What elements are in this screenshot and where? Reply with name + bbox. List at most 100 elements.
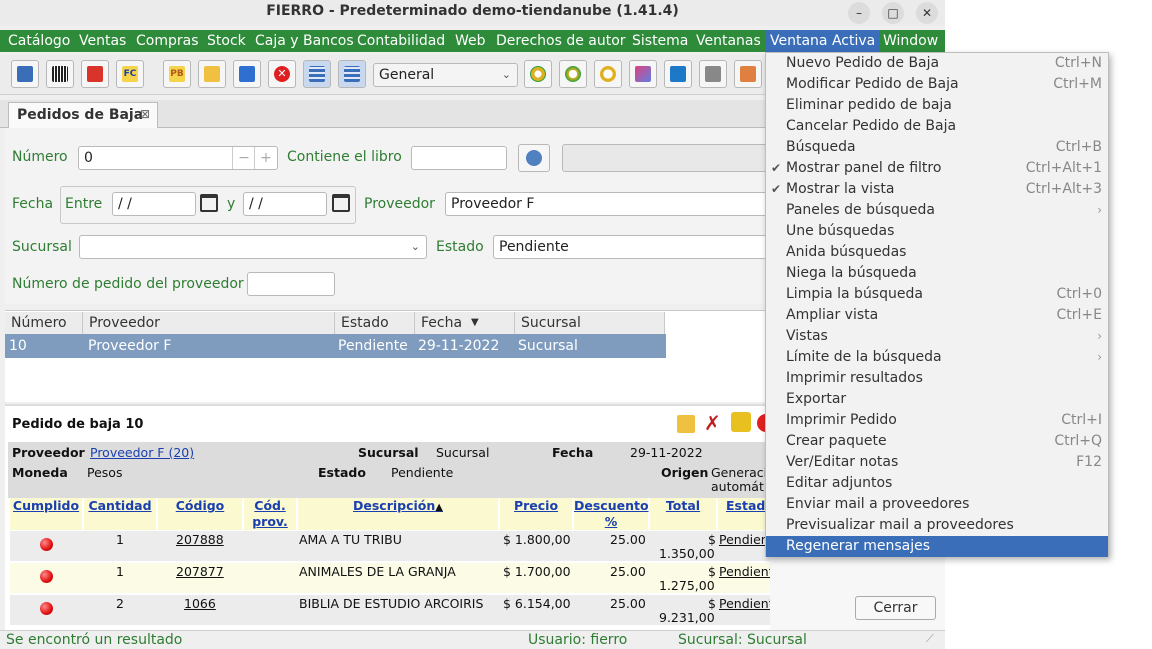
col-header-numero[interactable]: Número (5, 312, 83, 334)
cancel-button[interactable]: ✕ (268, 60, 296, 88)
menu-item-vistas[interactable]: Vistas › (766, 326, 1108, 347)
filter-panel-button[interactable] (303, 60, 331, 88)
calendar-icon[interactable] (200, 194, 218, 212)
tab-pedidos-de-baja[interactable]: Pedidos de Baja ⊠ (8, 102, 158, 128)
menu-derechos-autor[interactable]: Derechos de autor (496, 30, 626, 52)
menu-sistema[interactable]: Sistema (632, 30, 688, 52)
edit-icon[interactable] (677, 415, 695, 433)
col-header-fecha[interactable]: Fecha ▼ (415, 312, 515, 334)
menu-item-mostrar-vista[interactable]: ✔ Mostrar la vista Ctrl+Alt+3 (766, 179, 1108, 200)
menu-item-imprimir-resultados[interactable]: Imprimir resultados (766, 368, 1108, 389)
menu-item-anida-busquedas[interactable]: Anida búsquedas (766, 242, 1108, 263)
menu-item-limite-busqueda[interactable]: Límite de la búsqueda › (766, 347, 1108, 368)
nest-search-button[interactable] (559, 60, 587, 88)
menu-item-exportar[interactable]: Exportar (766, 389, 1108, 410)
cerrar-button[interactable]: Cerrar (855, 596, 936, 620)
view-panel-button[interactable] (338, 60, 366, 88)
fecha-desde-field[interactable]: / / (112, 192, 196, 216)
menu-item-crear-paquete[interactable]: Crear paquete Ctrl+Q (766, 431, 1108, 452)
tab-close-icon[interactable]: ⊠ (140, 107, 150, 121)
minimize-button[interactable]: – (848, 2, 870, 24)
join-search-button[interactable] (524, 60, 552, 88)
menu-item-label: Imprimir Pedido (786, 412, 897, 428)
menu-item-paneles-busqueda[interactable]: Paneles de búsqueda › (766, 200, 1108, 221)
menu-item-limpia-busqueda[interactable]: Limpia la búsqueda Ctrl+0 (766, 284, 1108, 305)
menu-item-nuevo-pedido-baja[interactable]: Nuevo Pedido de Baja Ctrl+N (766, 53, 1108, 74)
view-combo[interactable]: General ⌄ (373, 63, 518, 87)
barcode-button[interactable] (46, 60, 74, 88)
menu-item-previsualizar-mail[interactable]: Previsualizar mail a proveedores (766, 515, 1108, 536)
proveedor-field[interactable]: Proveedor F (445, 192, 772, 216)
nro-pedido-proveedor-field[interactable] (247, 272, 335, 296)
calendar-icon[interactable] (332, 194, 350, 212)
menu-catalogo[interactable]: Catálogo (8, 30, 70, 52)
edit-button[interactable] (198, 60, 226, 88)
item-codigo-link[interactable]: 207888 (176, 532, 224, 547)
col-total[interactable]: Total (650, 498, 716, 530)
row-estado: Pendiente (338, 338, 408, 354)
print-button[interactable] (699, 60, 727, 88)
book-button[interactable] (11, 60, 39, 88)
menu-item-ver-editar-notas[interactable]: Ver/Editar notas F12 (766, 452, 1108, 473)
menu-window[interactable]: Window (883, 30, 938, 52)
fc-button[interactable]: FC (116, 60, 144, 88)
menu-item-une-busquedas[interactable]: Une búsquedas (766, 221, 1108, 242)
menu-item-imprimir-pedido[interactable]: Imprimir Pedido Ctrl+I (766, 410, 1108, 431)
col-descripcion[interactable]: Descripción▲ (298, 498, 498, 530)
col-cantidad[interactable]: Cantidad (84, 498, 156, 530)
col-header-proveedor[interactable]: Proveedor (83, 312, 335, 334)
numero-decrement[interactable]: − (232, 147, 255, 169)
col-precio[interactable]: Precio (500, 498, 572, 530)
fecha-hasta-field[interactable]: / / (243, 192, 327, 216)
menu-item-ampliar-vista[interactable]: Ampliar vista Ctrl+E (766, 305, 1108, 326)
col-codigo[interactable]: Código (158, 498, 242, 530)
menu-item-busqueda[interactable]: Búsqueda Ctrl+B (766, 137, 1108, 158)
menu-item-modificar-pedido-baja[interactable]: Modificar Pedido de Baja Ctrl+M (766, 74, 1108, 95)
resize-grip-icon[interactable]: ⟋ (926, 632, 934, 646)
menu-item-niega-busqueda[interactable]: Niega la búsqueda (766, 263, 1108, 284)
truck-button[interactable] (81, 60, 109, 88)
menu-contabilidad[interactable]: Contabilidad (357, 30, 445, 52)
numero-increment[interactable]: + (254, 147, 277, 169)
close-window-button[interactable]: ✕ (916, 2, 938, 24)
menu-item-shortcut: Ctrl+E (1056, 307, 1103, 323)
col-cumplido[interactable]: Cumplido (10, 498, 82, 530)
menu-item-enviar-mail[interactable]: Enviar mail a proveedores (766, 494, 1108, 515)
delete-x-icon[interactable]: ✗ (704, 412, 726, 434)
delete-button[interactable] (233, 60, 261, 88)
menu-item-regenerar-mensajes[interactable]: Regenerar mensajes (766, 536, 1108, 557)
col-cod-prov[interactable]: Cód. prov. (244, 498, 296, 530)
sucursal-select[interactable]: ⌄ (79, 235, 427, 259)
menu-compras[interactable]: Compras (136, 30, 199, 52)
estado-select[interactable]: Pendiente (493, 235, 772, 259)
menu-ventana-activa[interactable]: Ventana Activa (766, 30, 880, 52)
menu-stock[interactable]: Stock (207, 30, 246, 52)
menu-item-cancelar-pedido-baja[interactable]: Cancelar Pedido de Baja (766, 116, 1108, 137)
col-estado[interactable]: Estad (718, 498, 770, 530)
col-descuento[interactable]: Descuento% (574, 498, 649, 530)
detail-sucursal-value: Sucursal (436, 445, 490, 460)
search-libro-button[interactable] (518, 144, 550, 172)
menu-ventanas[interactable]: Ventanas (696, 30, 761, 52)
menu-web[interactable]: Web (455, 30, 486, 52)
package-button[interactable] (734, 60, 762, 88)
menu-item-mostrar-panel-filtro[interactable]: ✔ Mostrar panel de filtro Ctrl+Alt+1 (766, 158, 1108, 179)
clear-search-button[interactable] (629, 60, 657, 88)
libro-field[interactable] (411, 146, 507, 170)
expand-view-button[interactable] (664, 60, 692, 88)
note-icon[interactable] (731, 412, 751, 432)
item-codigo-link[interactable]: 207877 (176, 564, 224, 579)
col-header-sucursal[interactable]: Sucursal (515, 312, 665, 334)
menu-item-label: Búsqueda (786, 139, 856, 155)
menu-ventas[interactable]: Ventas (79, 30, 126, 52)
detail-proveedor-link[interactable]: Proveedor F (20) (90, 445, 194, 460)
numero-field[interactable]: 0 − + (78, 146, 278, 170)
maximize-button[interactable]: □ (882, 2, 904, 24)
menu-caja-bancos[interactable]: Caja y Bancos (255, 30, 354, 52)
menu-item-editar-adjuntos[interactable]: Editar adjuntos (766, 473, 1108, 494)
item-codigo-link[interactable]: 1066 (184, 596, 216, 611)
col-header-estado[interactable]: Estado (335, 312, 415, 334)
pb-button[interactable]: PB (163, 60, 191, 88)
menu-item-eliminar-pedido-baja[interactable]: Eliminar pedido de baja (766, 95, 1108, 116)
negate-search-button[interactable] (594, 60, 622, 88)
